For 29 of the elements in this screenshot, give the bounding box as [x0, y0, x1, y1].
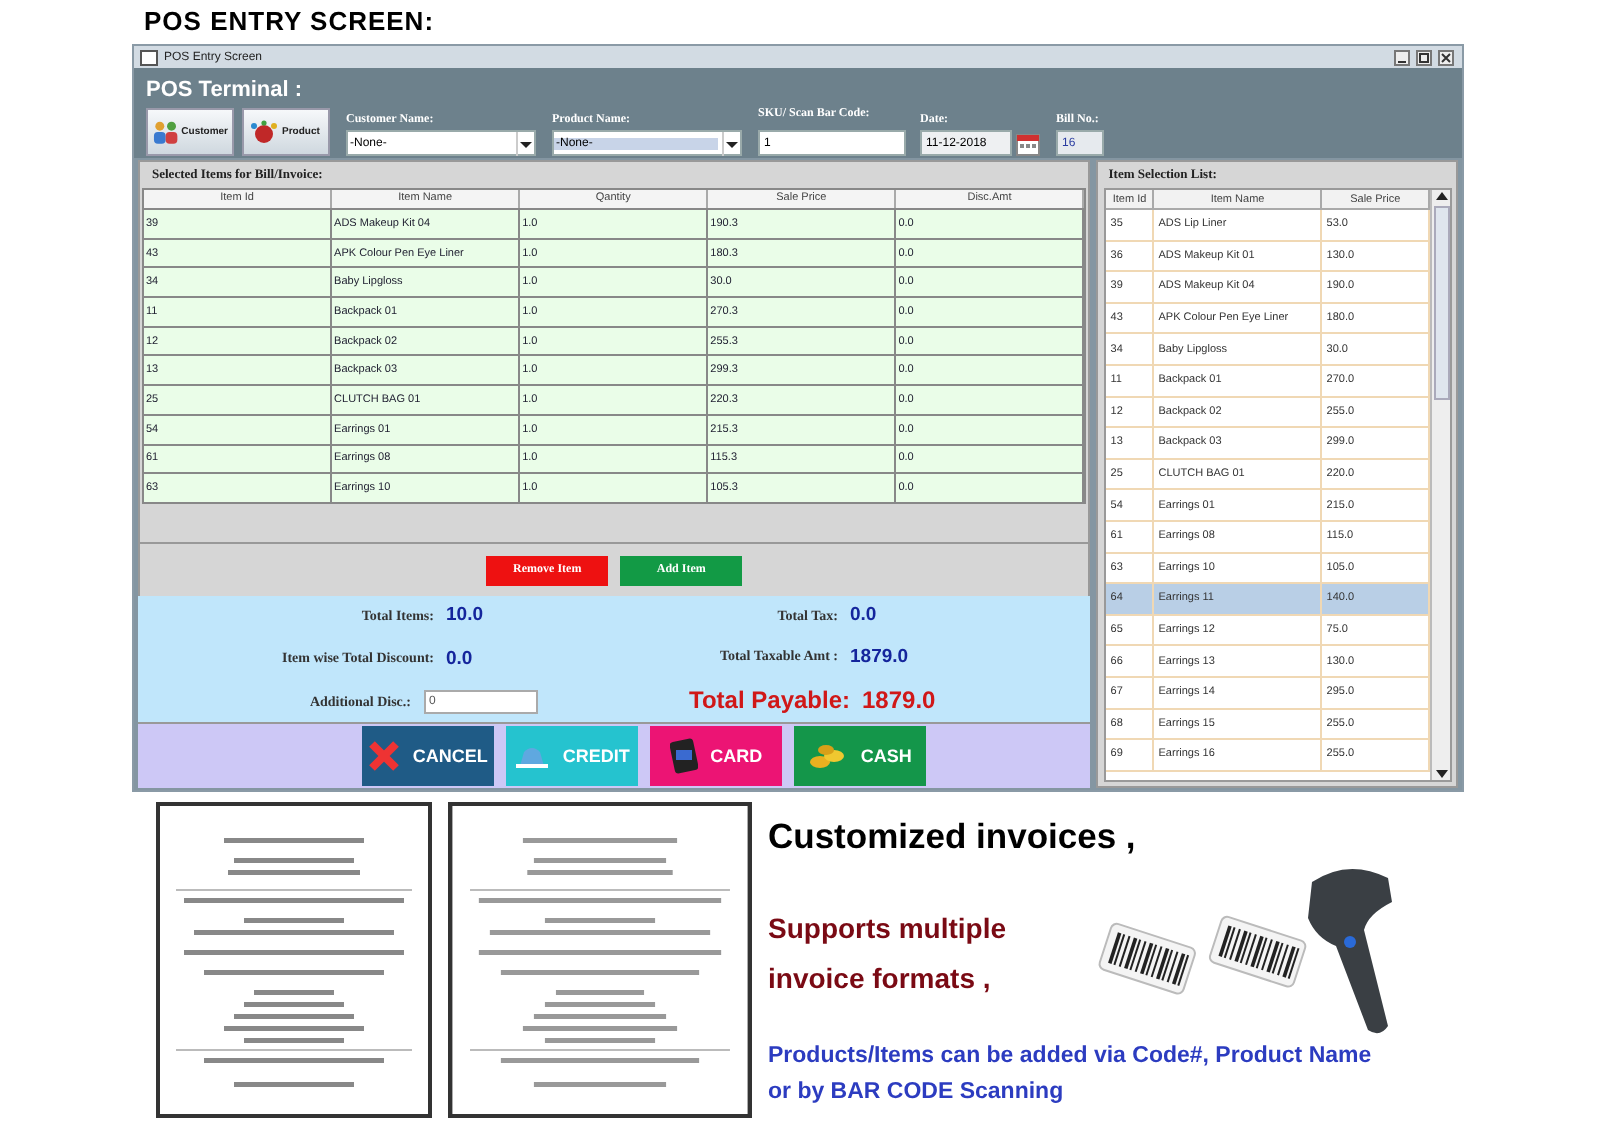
close-icon[interactable] [1438, 49, 1454, 65]
window-icon [140, 49, 158, 65]
products-icon [248, 120, 280, 144]
maximize-icon[interactable] [1416, 49, 1432, 65]
caret-icon[interactable] [516, 131, 534, 155]
page-title: POS ENTRY SCREEN: [144, 6, 435, 40]
x-icon [368, 740, 401, 772]
promo-note: Products/Items can be added via Code#, Product Name or by BAR CODE Scanning [768, 1042, 1374, 1108]
summary-value: 0.0 [446, 647, 473, 669]
coins-icon [808, 740, 849, 772]
minimize-icon[interactable] [1394, 49, 1410, 65]
summary-value: 0.0 [850, 604, 877, 626]
summary-value: 10.0 [446, 604, 483, 626]
caret-icon[interactable] [722, 131, 740, 155]
payment-button[interactable]: CANCEL [362, 726, 495, 786]
promo-heading: Customized invoices , [768, 816, 1138, 858]
calendar-icon[interactable] [1016, 131, 1040, 155]
payment-button[interactable]: CARD [650, 726, 783, 786]
total-payable-value: 1879.0 [862, 686, 936, 714]
promo-subheading: Supports multiple invoice formats , [768, 910, 1008, 998]
card-icon [670, 738, 699, 774]
summary-value: 1879.0 [850, 645, 909, 667]
total-payable-label: Total Payable: [687, 686, 850, 714]
scroll-up-icon[interactable] [1433, 190, 1449, 202]
people-icon [152, 120, 180, 144]
scroll-down-icon[interactable] [1433, 768, 1449, 780]
pos-terminal-heading: POS Terminal : [146, 78, 303, 102]
scrollbar[interactable] [1430, 190, 1450, 780]
payment-button[interactable]: CASH [794, 726, 927, 786]
